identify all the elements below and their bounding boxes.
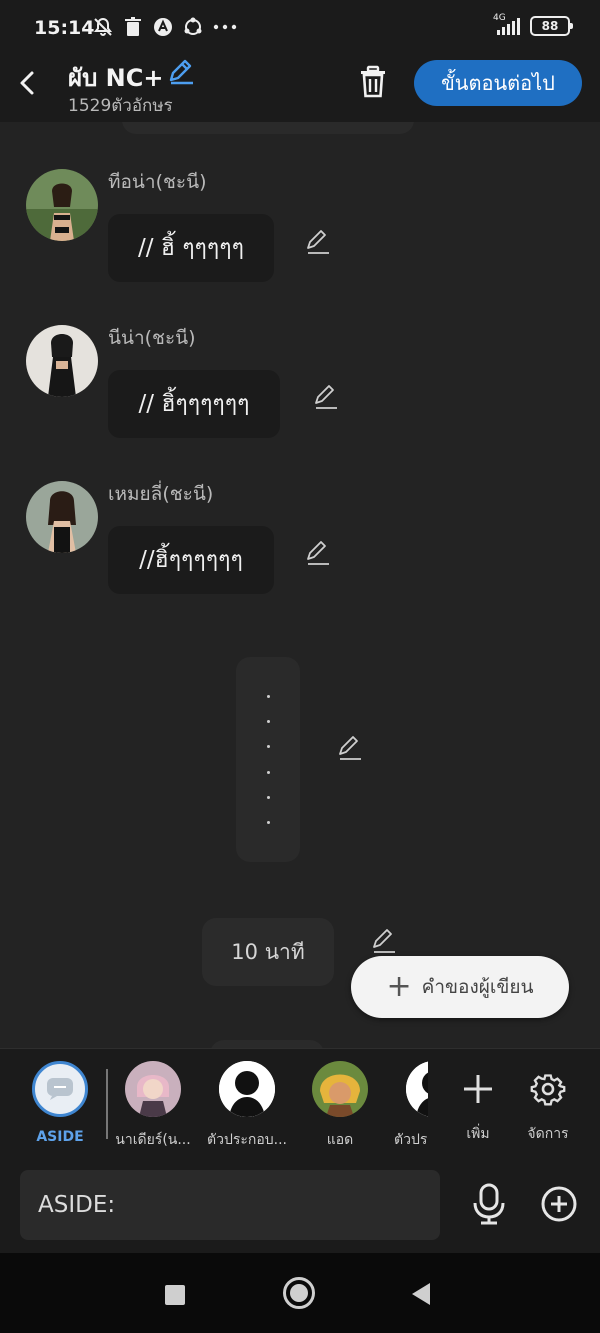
message-bubble[interactable]: //ฮิ้ๆๆๆๆๆๆ [108,526,274,594]
system-back-button[interactable] [412,1283,430,1305]
manage-characters-button[interactable]: จัดการ [518,1061,578,1145]
divider [106,1069,108,1139]
character-selector: ASIDE นาเดียร์(น... ตัวประกอบ... แอด ตัว… [0,1048,600,1158]
pencil-icon [373,929,395,953]
pencil-icon [339,736,361,760]
pencil-icon [315,385,337,409]
pencil-icon [169,59,193,85]
character-extra-2[interactable]: ตัวปร [384,1061,428,1151]
character-label: นาเดียร์(น... [115,1132,191,1148]
attach-button[interactable] [540,1185,578,1223]
avatar[interactable] [26,481,98,553]
sender-name: ทีอน่า(ชะนี) [108,171,207,193]
bell-off-icon [92,16,114,38]
pencil-icon [307,541,329,565]
more-dots-icon [212,16,237,38]
next-bubble-partial [210,1040,324,1048]
top-app-bar: ผับ NC+ 1529ตัวอักษร ขั้นตอนต่อไป [0,56,600,122]
message-bubble[interactable]: // ฮิ้ๆๆๆๆๆๆ [108,370,280,438]
status-time: 15:14 [34,17,95,39]
add-label: เพิ่ม [466,1126,490,1142]
character-extra[interactable]: ตัวประกอบ... [205,1061,289,1151]
battery-indicator: 88 [530,16,573,36]
edit-message-button[interactable] [312,383,340,411]
character-label: แอด [326,1132,354,1148]
edit-narration-button[interactable] [336,734,364,762]
character-avatar [312,1061,368,1117]
avatar-photo [26,481,98,553]
plus-circle-icon [541,1186,577,1222]
plus-icon: + [386,969,412,1004]
network-type: 4G [493,13,506,23]
narration-bubble[interactable] [236,657,300,862]
sender-name: นีน่า(ชะนี) [108,327,196,349]
chat-area[interactable]: ทีอน่า(ชะนี) // ฮิ้ ๆๆๆๆๆ นีน่า(ชะนี) //… [0,122,600,1048]
avatar-photo [26,169,98,241]
character-avatar [406,1061,428,1117]
character-nadia[interactable]: นาเดียร์(น... [111,1061,195,1151]
delete-button[interactable] [356,64,390,100]
voice-input-button[interactable] [470,1183,508,1225]
recents-button[interactable] [165,1285,185,1305]
next-step-button[interactable]: ขั้นตอนต่อไป [414,60,582,106]
silhouette-icon [219,1061,275,1117]
status-bar: 15:14 4G 88 [0,0,600,56]
edit-message-button[interactable] [304,539,332,567]
status-system-icons: 4G 88 [493,13,573,36]
gear-icon [530,1074,566,1106]
previous-bubble-partial [122,122,414,134]
author-note-button[interactable]: + คำของผู้เขียน [351,956,569,1018]
message-bubble[interactable]: // ฮิ้ ๆๆๆๆๆ [108,214,274,282]
avatar[interactable] [26,325,98,397]
author-note-label: คำของผู้เขียน [421,976,534,998]
sync-icon [182,16,204,38]
home-button[interactable] [283,1277,315,1309]
back-button[interactable] [14,66,44,100]
avatar[interactable] [26,169,98,241]
trash-status-icon [122,16,144,38]
character-label: ตัวประกอบ... [206,1132,287,1148]
trash-icon [361,65,385,98]
aside-avatar [32,1061,88,1117]
add-character-button[interactable]: เพิ่ม [448,1061,508,1145]
message-input[interactable] [20,1170,440,1240]
system-nav-bar [0,1253,600,1333]
app-a-icon [152,16,174,38]
manage-label: จัดการ [527,1126,569,1142]
edit-message-button[interactable] [304,228,332,256]
avatar-photo [26,325,98,397]
time-skip-bubble[interactable]: 10 นาที [202,918,334,986]
plus-icon [464,1075,492,1103]
sender-name: เหมยลี่(ชะนี) [108,483,214,505]
chat-bubble-icon [47,1078,73,1100]
character-avatar [125,1061,181,1117]
signal-icon: 4G [493,13,520,35]
character-label: ตัวปร [394,1132,428,1148]
character-aside[interactable]: ASIDE [18,1061,102,1145]
edit-title-button[interactable] [166,56,196,86]
character-avatar [219,1061,275,1117]
composer [0,1158,600,1253]
character-count: 1529ตัวอักษร [68,96,173,116]
microphone-icon [473,1183,505,1225]
pencil-icon [307,230,329,254]
status-notification-icons [92,16,237,38]
chevron-left-icon [20,71,34,95]
edit-time-button[interactable] [370,927,398,955]
character-ad[interactable]: แอด [298,1061,382,1151]
character-label: ASIDE [36,1129,84,1145]
